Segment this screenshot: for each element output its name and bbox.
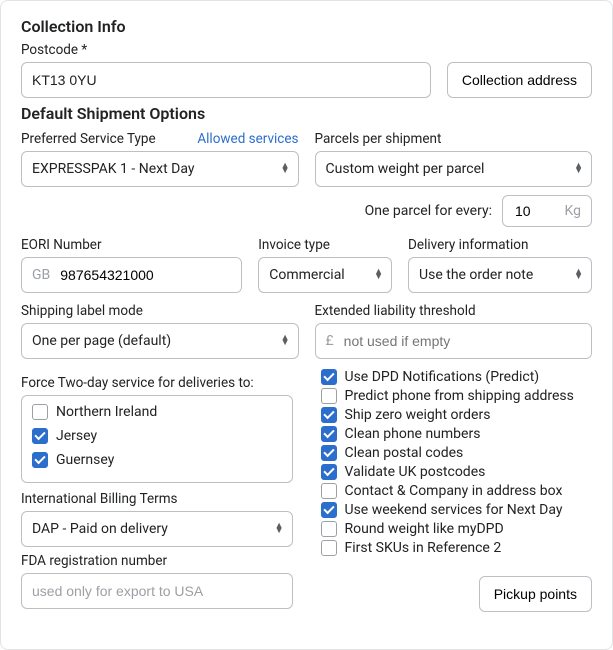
list-item[interactable]: Jersey [22,424,292,448]
option-row[interactable]: Validate UK postcodes [321,464,593,480]
option-label: Clean phone numbers [345,426,481,442]
checkbox[interactable] [321,388,337,404]
checkbox[interactable] [32,452,48,468]
label-mode-value: One per page (default) [32,333,171,349]
pickup-points-button[interactable]: Pickup points [479,576,592,612]
one-parcel-label: One parcel for every: [365,203,492,219]
invoice-type-value: Commercial [269,267,344,283]
option-label: Use DPD Notifications (Predict) [345,369,540,385]
checkbox[interactable] [321,540,337,556]
option-label: Clean postal codes [345,445,464,461]
invoice-type-label: Invoice type [258,237,392,253]
preferred-service-select[interactable]: EXPRESSPAK 1 - Next Day ▲▼ [21,151,299,187]
option-row[interactable]: Use DPD Notifications (Predict) [321,369,593,385]
postcode-input[interactable] [21,62,431,98]
fda-input[interactable] [21,573,293,609]
option-row[interactable]: Ship zero weight orders [321,407,593,423]
billing-terms-label: International Billing Terms [21,491,293,507]
kg-suffix: Kg [565,203,581,219]
checkbox[interactable] [321,464,337,480]
billing-terms-value: DAP - Paid on delivery [32,521,168,537]
options-list: Use DPD Notifications (Predict) Predict p… [321,369,593,556]
collection-info-title: Collection Info [21,17,592,36]
checkbox[interactable] [32,404,48,420]
list-item-label: Jersey [56,428,97,444]
list-item-label: Guernsey [56,452,114,468]
delivery-info-select[interactable]: Use the order note ▲▼ [408,257,592,293]
force-two-day-listbox[interactable]: Northern Ireland Jersey Guernsey [21,395,293,483]
delivery-info-label: Delivery information [408,237,592,253]
fda-label: FDA registration number [21,553,293,569]
select-arrows-icon: ▲▼ [574,270,583,280]
checkbox[interactable] [321,483,337,499]
select-arrows-icon: ▲▼ [574,164,583,174]
checkbox[interactable] [321,502,337,518]
preferred-service-label: Preferred Service Type [21,131,156,147]
list-item[interactable]: Guernsey [22,448,292,472]
parcels-per-shipment-select[interactable]: Custom weight per parcel ▲▼ [315,151,593,187]
option-label: Contact & Company in address box [345,483,563,499]
label-mode-label: Shipping label mode [21,303,299,319]
eori-prefix: GB [22,267,60,283]
option-row[interactable]: Contact & Company in address box [321,483,593,499]
billing-terms-select[interactable]: DAP - Paid on delivery ▲▼ [21,511,293,547]
list-item-label: Northern Ireland [56,404,157,420]
checkbox[interactable] [321,407,337,423]
one-parcel-input[interactable]: Kg [502,195,592,227]
invoice-type-select[interactable]: Commercial ▲▼ [258,257,392,293]
option-row[interactable]: Predict phone from shipping address [321,388,593,404]
option-label: Ship zero weight orders [345,407,491,423]
allowed-services-link[interactable]: Allowed services [197,131,298,147]
option-label: First SKUs in Reference 2 [345,540,502,556]
preferred-service-value: EXPRESSPAK 1 - Next Day [32,161,194,177]
option-label: Validate UK postcodes [345,464,486,480]
parcels-per-shipment-value: Custom weight per parcel [326,161,485,177]
checkbox[interactable] [32,428,48,444]
parcels-per-shipment-label: Parcels per shipment [315,131,593,147]
force-two-day-label: Force Two-day service for deliveries to: [21,375,293,391]
currency-prefix: £ [316,333,344,349]
option-row[interactable]: Use weekend services for Next Day [321,502,593,518]
extended-liability-wrapper: £ [315,323,593,359]
collection-address-button[interactable]: Collection address [447,62,592,98]
select-arrows-icon: ▲▼ [374,270,383,280]
option-label: Use weekend services for Next Day [345,502,563,518]
eori-label: EORI Number [21,237,242,253]
label-mode-select[interactable]: One per page (default) ▲▼ [21,323,299,359]
option-row[interactable]: Clean phone numbers [321,426,593,442]
option-label: Predict phone from shipping address [345,388,574,404]
checkbox[interactable] [321,521,337,537]
checkbox[interactable] [321,369,337,385]
checkbox[interactable] [321,426,337,442]
delivery-info-value: Use the order note [419,267,533,283]
option-row[interactable]: First SKUs in Reference 2 [321,540,593,556]
option-row[interactable]: Round weight like myDPD [321,521,593,537]
option-row[interactable]: Clean postal codes [321,445,593,461]
eori-input-wrapper: GB [21,257,242,293]
option-label: Round weight like myDPD [345,521,504,537]
eori-input[interactable] [60,258,241,292]
select-arrows-icon: ▲▼ [275,524,284,534]
select-arrows-icon: ▲▼ [281,164,290,174]
checkbox[interactable] [321,445,337,461]
postcode-label: Postcode * [21,42,592,58]
select-arrows-icon: ▲▼ [281,336,290,346]
extended-liability-label: Extended liability threshold [315,303,593,319]
list-item[interactable]: Northern Ireland [22,400,292,424]
default-shipment-title: Default Shipment Options [21,104,592,123]
settings-card: Collection Info Postcode * Collection ad… [0,0,613,650]
extended-liability-input[interactable] [344,324,591,358]
